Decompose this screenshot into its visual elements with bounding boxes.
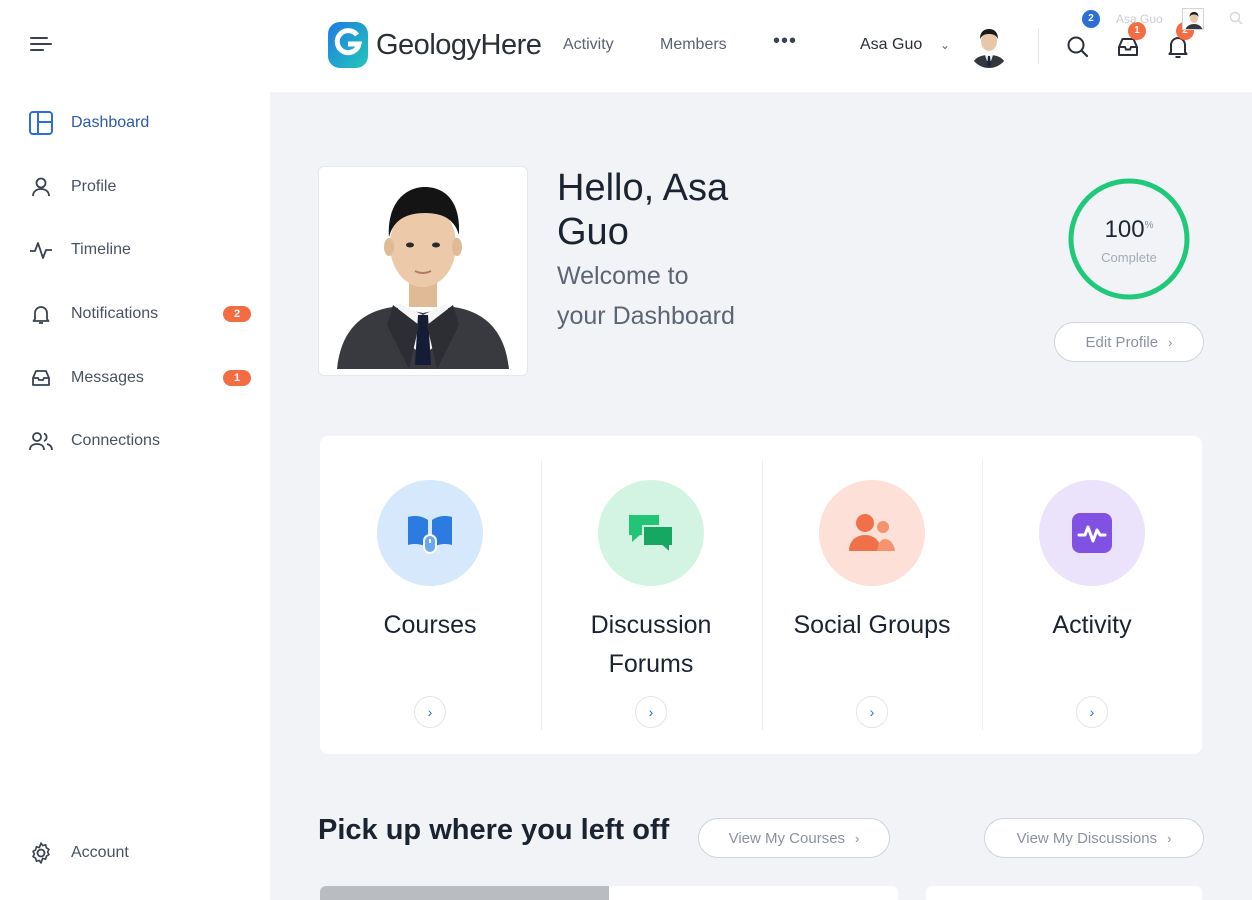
site-logo[interactable]: GeologyHere xyxy=(326,18,542,72)
quick-link-label: Courses xyxy=(383,611,477,639)
quick-links-card: Courses › Discussion Forums › Social Gro… xyxy=(320,436,1202,754)
profile-photo xyxy=(327,175,519,369)
section-title: Pick up where you left off xyxy=(318,814,670,846)
chevron-right-icon[interactable]: › xyxy=(414,696,446,728)
gear-icon xyxy=(28,840,54,866)
sidebar-item-label: Profile xyxy=(71,178,117,195)
view-my-courses-button[interactable]: View My Courses › xyxy=(698,818,890,858)
bell-icon xyxy=(28,301,54,327)
person-icon xyxy=(28,174,54,200)
quick-link-courses[interactable]: Courses › xyxy=(320,436,540,754)
chevron-right-icon: › xyxy=(1167,830,1172,846)
chevron-right-icon: › xyxy=(1168,334,1173,350)
chat-icon xyxy=(629,515,674,555)
completion-label: Complete xyxy=(1101,250,1157,265)
chevron-down-icon[interactable]: ⌄ xyxy=(940,38,950,52)
completion-value: 100% xyxy=(1066,216,1192,244)
sidebar-item-label: Dashboard xyxy=(71,114,150,131)
course-card[interactable] xyxy=(320,886,898,900)
sidebar-item-label: Account xyxy=(71,844,129,861)
sidebar-item-label: Notifications xyxy=(71,305,159,322)
completion-unit: % xyxy=(1144,220,1154,231)
chevron-right-icon: › xyxy=(855,830,860,846)
sidebar: Dashboard Profile Timeline Notifications… xyxy=(0,0,270,900)
chevron-right-icon[interactable]: › xyxy=(1076,696,1108,728)
mini-avatar xyxy=(1182,8,1204,30)
discussion-card[interactable] xyxy=(926,886,1202,900)
sidebar-item-messages[interactable]: Messages 1 xyxy=(28,360,253,396)
inbox-icon xyxy=(28,365,54,391)
course-card-thumbnail xyxy=(320,886,609,900)
search-count-badge: 2 xyxy=(1082,10,1100,28)
quick-link-social-groups[interactable]: Social Groups › xyxy=(762,436,982,754)
sidebar-item-profile[interactable]: Profile xyxy=(28,169,253,205)
menu-toggle-button[interactable] xyxy=(30,37,52,55)
sidebar-item-account[interactable]: Account xyxy=(28,835,253,871)
welcome-text: Welcome to your Dashboard xyxy=(557,262,735,330)
notifications-count-badge: 2 xyxy=(223,306,251,322)
top-header: GeologyHere Activity Members ••• Asa Guo… xyxy=(270,0,1252,92)
profile-photo-frame xyxy=(318,166,528,376)
sidebar-item-dashboard[interactable]: Dashboard xyxy=(28,105,253,141)
book-icon xyxy=(408,516,452,554)
ghost-user-name: Asa Guo xyxy=(1116,12,1163,26)
quick-link-discussion-forums[interactable]: Discussion Forums › xyxy=(541,436,761,754)
ghost-search-icon xyxy=(1228,10,1244,26)
nav-link-members[interactable]: Members xyxy=(660,36,727,54)
quick-link-icon-circle xyxy=(1039,480,1145,586)
nav-link-activity[interactable]: Activity xyxy=(563,36,614,54)
sidebar-item-connections[interactable]: Connections xyxy=(28,423,253,459)
view-my-discussions-label: View My Discussions xyxy=(1016,829,1158,847)
sidebar-item-timeline[interactable]: Timeline xyxy=(28,232,253,268)
avatar[interactable] xyxy=(968,22,1010,68)
quick-link-icon-circle xyxy=(819,480,925,586)
quick-link-icon-circle xyxy=(598,480,704,586)
sidebar-item-label: Connections xyxy=(71,432,160,449)
chevron-right-icon[interactable]: › xyxy=(635,696,667,728)
quick-link-label: Activity xyxy=(1052,611,1132,639)
user-menu-name[interactable]: Asa Guo xyxy=(860,36,922,54)
more-menu-button[interactable]: ••• xyxy=(773,30,797,53)
people-icon xyxy=(28,428,54,454)
quick-link-label: Discussion Forums xyxy=(590,611,712,678)
sidebar-item-label: Timeline xyxy=(71,241,131,258)
chevron-right-icon[interactable]: › xyxy=(856,696,888,728)
messages-count-badge: 1 xyxy=(223,370,251,386)
view-my-discussions-button[interactable]: View My Discussions › xyxy=(984,818,1204,858)
sidebar-item-notifications[interactable]: Notifications 2 xyxy=(28,296,253,332)
group-icon xyxy=(849,514,895,551)
search-icon[interactable] xyxy=(1065,34,1091,60)
activity-icon xyxy=(1072,513,1112,553)
edit-profile-label: Edit Profile xyxy=(1085,333,1159,351)
logo-mark-icon xyxy=(328,22,368,68)
quick-link-activity[interactable]: Activity › xyxy=(982,436,1202,754)
edit-profile-button[interactable]: Edit Profile › xyxy=(1054,322,1204,362)
quick-link-label: Social Groups xyxy=(793,611,951,639)
dashboard-icon xyxy=(28,110,54,136)
greeting-heading: Hello, Asa Guo xyxy=(557,167,729,253)
view-my-courses-label: View My Courses xyxy=(728,829,846,847)
sidebar-item-label: Messages xyxy=(71,369,144,386)
completion-number: 100 xyxy=(1104,216,1145,243)
pulse-icon xyxy=(28,237,54,263)
brand-name: GeologyHere xyxy=(376,28,542,61)
header-divider xyxy=(1038,28,1039,64)
quick-link-icon-circle xyxy=(377,480,483,586)
